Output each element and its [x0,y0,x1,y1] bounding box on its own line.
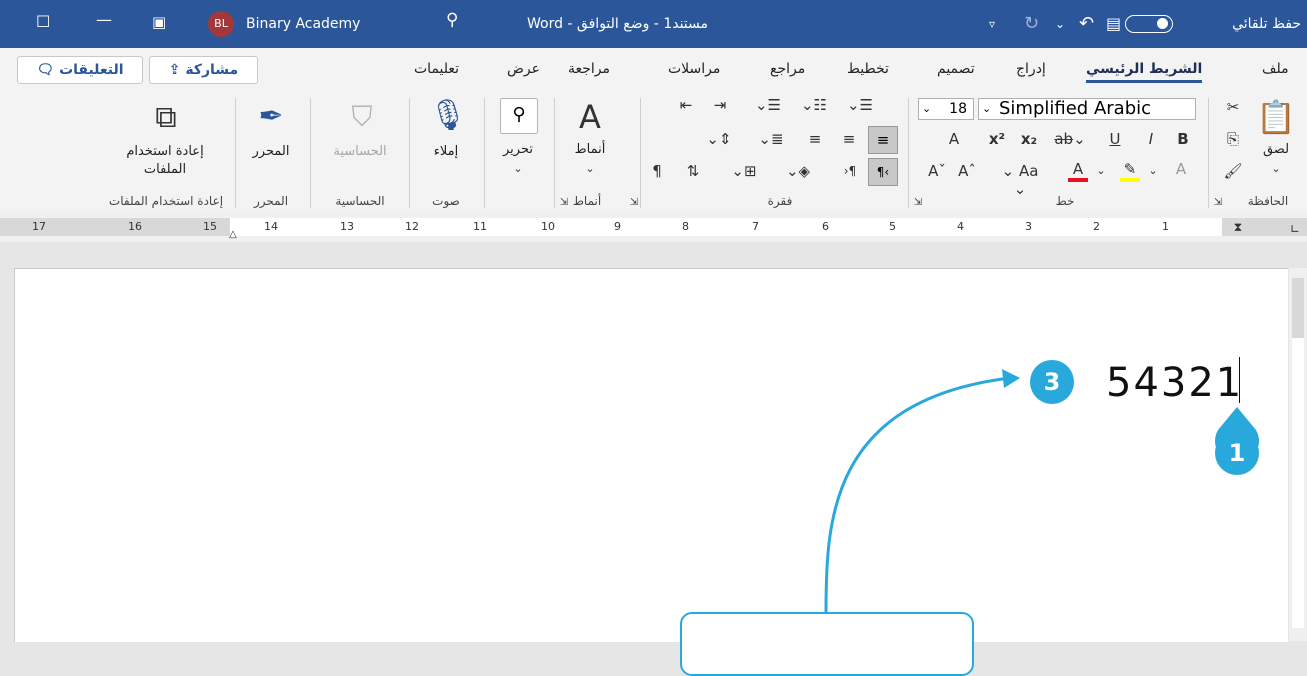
step-badge-3: 3 [1030,360,1074,404]
arrow-path [824,376,1011,613]
annotation-arrow [824,369,1259,613]
step-badge-1: 1 [1215,431,1259,475]
arrow-head [1002,369,1020,388]
annotation-callout [680,612,974,676]
